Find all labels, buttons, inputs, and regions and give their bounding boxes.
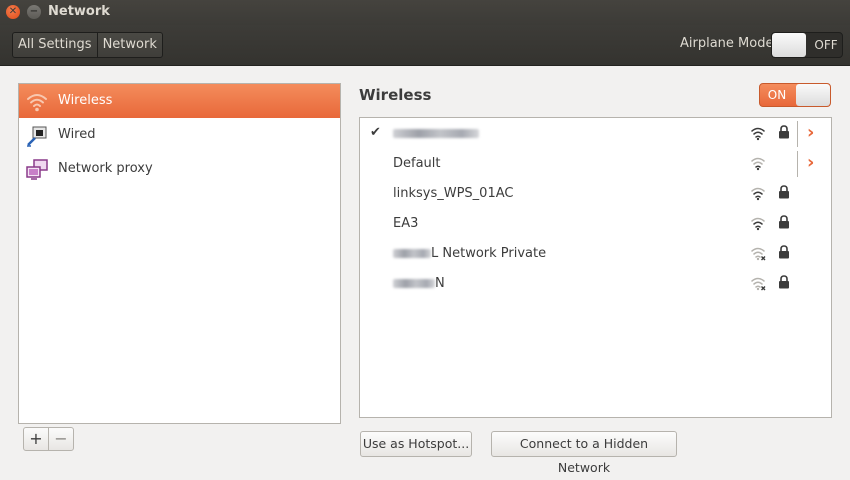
wifi-signal-icon bbox=[751, 157, 765, 171]
airplane-mode-label: Airplane Mode bbox=[680, 36, 774, 51]
breadcrumb-all-settings[interactable]: All Settings bbox=[13, 33, 97, 57]
wired-network-icon bbox=[27, 126, 47, 147]
network-settings-window: ✕ − Network All Settings Network Airplan… bbox=[0, 0, 850, 475]
switch-knob bbox=[796, 84, 830, 106]
network-row[interactable]: EA3 bbox=[360, 209, 831, 239]
window-title: Network bbox=[48, 4, 110, 19]
wifi-signal-icon bbox=[751, 187, 765, 201]
network-list: ✔ › Default › linksys_WPS_01AC EA3 L Net… bbox=[359, 117, 832, 418]
device-list: Wireless Wired Network proxy bbox=[18, 83, 341, 424]
device-list-toolbar: + − bbox=[23, 427, 74, 451]
device-item-wireless[interactable]: Wireless bbox=[19, 84, 340, 118]
connected-check-icon: ✔ bbox=[370, 125, 381, 140]
close-window-button[interactable]: ✕ bbox=[6, 5, 20, 19]
close-icon: ✕ bbox=[8, 6, 18, 17]
wireless-switch[interactable]: ON bbox=[759, 83, 831, 107]
network-ssid: Default bbox=[393, 156, 441, 171]
minimize-window-button[interactable]: − bbox=[27, 5, 41, 19]
switch-knob bbox=[772, 33, 806, 57]
redacted-ssid bbox=[393, 249, 431, 258]
network-ssid: EA3 bbox=[393, 216, 419, 231]
wifi-signal-icon bbox=[751, 127, 765, 141]
network-row[interactable]: L Network Private bbox=[360, 239, 831, 269]
remove-device-button[interactable]: − bbox=[48, 428, 73, 450]
wifi-signal-icon bbox=[751, 217, 765, 231]
wifi-icon bbox=[27, 94, 47, 112]
header-bar: All Settings Network Airplane Mode OFF bbox=[0, 25, 850, 66]
lock-icon bbox=[779, 245, 789, 259]
lock-icon bbox=[779, 215, 789, 229]
device-item-wired[interactable]: Wired bbox=[19, 118, 340, 152]
device-label-wireless: Wireless bbox=[58, 93, 113, 108]
connect-hidden-network-button[interactable]: Connect to a Hidden Network bbox=[491, 431, 677, 475]
network-ssid: linksys_WPS_01AC bbox=[393, 186, 514, 201]
minimize-icon: − bbox=[29, 6, 39, 17]
add-device-button[interactable]: + bbox=[24, 428, 48, 450]
wifi-signal-weak-icon bbox=[751, 277, 766, 291]
title-bar: ✕ − Network bbox=[0, 0, 850, 25]
network-proxy-icon bbox=[26, 159, 48, 180]
chevron-right-icon[interactable]: › bbox=[807, 153, 814, 173]
breadcrumb-network[interactable]: Network bbox=[96, 33, 162, 57]
row-separator bbox=[797, 151, 798, 177]
network-row[interactable]: ✔ › bbox=[360, 119, 831, 149]
airplane-mode-state: OFF bbox=[814, 38, 838, 52]
lock-icon bbox=[779, 185, 789, 199]
wifi-signal-weak-icon bbox=[751, 247, 766, 261]
network-ssid: N bbox=[393, 276, 445, 291]
chevron-right-icon[interactable]: › bbox=[807, 123, 814, 143]
airplane-mode-switch[interactable]: OFF bbox=[771, 32, 843, 58]
network-row[interactable]: linksys_WPS_01AC bbox=[360, 179, 831, 209]
lock-icon bbox=[779, 275, 789, 289]
network-row[interactable]: N bbox=[360, 269, 831, 299]
use-as-hotspot-button[interactable]: Use as Hotspot... bbox=[360, 431, 472, 457]
network-ssid bbox=[393, 126, 479, 141]
breadcrumb: All Settings Network bbox=[12, 32, 163, 58]
lock-icon bbox=[779, 125, 789, 139]
row-separator bbox=[797, 121, 798, 147]
wireless-switch-state: ON bbox=[767, 88, 787, 102]
device-item-network-proxy[interactable]: Network proxy bbox=[19, 152, 340, 186]
device-label-wired: Wired bbox=[58, 127, 96, 142]
network-row[interactable]: Default › bbox=[360, 149, 831, 179]
redacted-ssid bbox=[393, 279, 435, 288]
redacted-ssid bbox=[393, 129, 479, 138]
device-label-network-proxy: Network proxy bbox=[58, 161, 153, 176]
network-ssid-text: N bbox=[435, 276, 445, 291]
network-ssid-text: L Network Private bbox=[431, 246, 547, 261]
network-ssid: L Network Private bbox=[393, 246, 546, 261]
page-title: Wireless bbox=[359, 86, 432, 104]
